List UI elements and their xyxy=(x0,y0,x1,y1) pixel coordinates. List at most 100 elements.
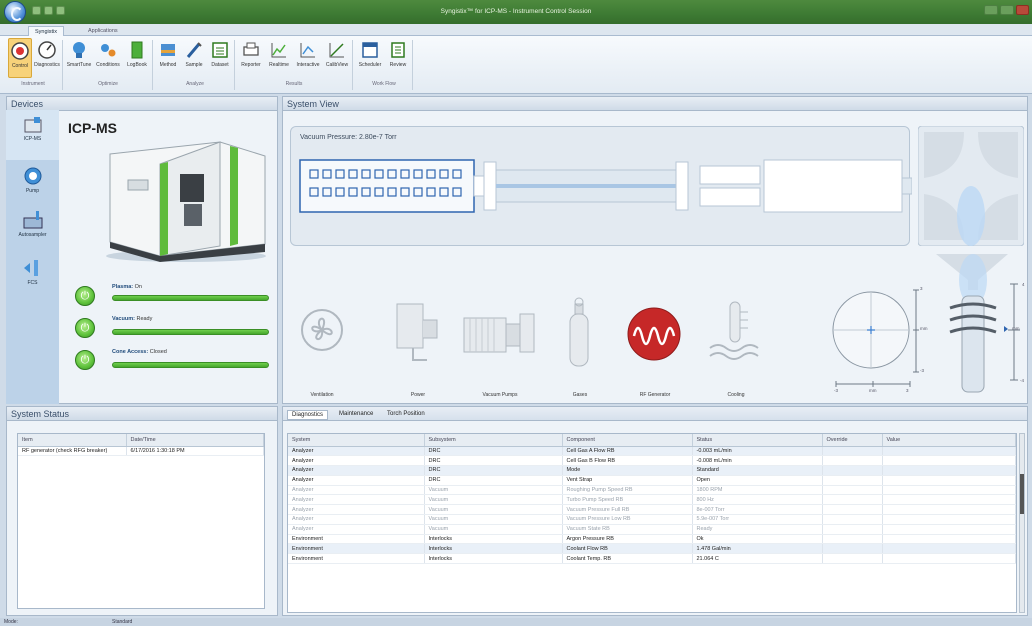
table-row[interactable]: Environment Interlocks Argon Pressure RB Ok xyxy=(288,534,1016,545)
table-cell: Standard xyxy=(692,465,823,476)
device-item-pump[interactable]: Pump xyxy=(6,160,59,204)
table-cell xyxy=(882,446,1016,457)
sample-button[interactable]: Sample xyxy=(182,38,206,78)
table-cell: 8e-007 Torr xyxy=(692,504,823,516)
group-separator xyxy=(352,40,353,90)
table-cell: Turbo Pump Speed RB xyxy=(562,494,693,506)
table-row[interactable]: Analyzer DRC Cell Gas A Flow RB -0.003 mL/m… xyxy=(288,446,1016,457)
vacuum-pumps-label: Vacuum Pumps xyxy=(482,392,518,398)
table-cell: 21.064 C xyxy=(692,553,823,565)
tab-diagnostics[interactable]: Diagnostics xyxy=(287,410,329,420)
column-header-override[interactable]: Override xyxy=(822,434,883,447)
ventilation-icon[interactable] xyxy=(300,300,344,366)
tab-maintenance[interactable]: Maintenance xyxy=(339,411,373,417)
cone-access-power-button[interactable] xyxy=(75,350,95,370)
table-row[interactable]: RF generator (check RFG breaker) 6/17/20… xyxy=(18,446,264,457)
power-icon[interactable] xyxy=(393,298,443,368)
table-cell: Analyzer xyxy=(288,475,425,486)
group-separator xyxy=(152,40,153,90)
column-header-status[interactable]: Status xyxy=(692,434,823,447)
calibview-button[interactable]: CalibView xyxy=(324,38,350,78)
conditions-button[interactable]: Conditions xyxy=(94,38,122,78)
fcs-icon xyxy=(23,260,38,276)
realtime-button[interactable]: Realtime xyxy=(266,38,292,78)
table-cell: Analyzer xyxy=(288,494,425,506)
column-header-system[interactable]: System xyxy=(288,434,425,447)
table-cell xyxy=(822,543,883,555)
group-separator xyxy=(234,40,235,90)
device-item-icp-ms[interactable]: ICP-MS xyxy=(6,110,59,160)
y-axis-bottom: -3 xyxy=(920,368,925,373)
ribbon: Control Diagnostics Instrument SmartTune… xyxy=(0,36,1032,94)
table-row[interactable]: Analyzer DRC Vent Strap Open xyxy=(288,475,1016,486)
mode-label: Mode: xyxy=(4,619,18,625)
dataset-button[interactable]: Dataset xyxy=(208,38,232,78)
cooling-icon[interactable] xyxy=(706,298,762,366)
table-cell: Environment xyxy=(288,534,425,545)
control-button[interactable]: Control xyxy=(8,38,32,78)
table-cell xyxy=(882,524,1016,535)
plasma-progress-bar xyxy=(112,295,269,301)
device-item-autosampler[interactable]: Autosampler xyxy=(6,204,59,252)
gases-icon[interactable] xyxy=(566,296,592,370)
x-axis-unit: mm xyxy=(869,388,877,393)
tab-syngistix[interactable]: Syngistix xyxy=(28,26,65,36)
interactive-chart-icon xyxy=(300,43,315,58)
y-axis-top: 3 xyxy=(920,286,923,291)
table-cell: DRC xyxy=(424,465,563,476)
table-cell: 5.9e-007 Torr xyxy=(692,514,823,525)
table-row[interactable]: Analyzer Vacuum Vacuum State RB Ready xyxy=(288,524,1016,535)
column-header-item[interactable]: Item xyxy=(18,434,127,447)
rf-generator-icon[interactable] xyxy=(626,306,682,362)
pipette-icon xyxy=(186,42,202,58)
table-cell: Coolant Temp. RB xyxy=(562,553,693,565)
table-row[interactable]: Analyzer DRC Cell Gas B Flow RB -0.008 mL/m… xyxy=(288,455,1016,467)
vacuum-power-button[interactable] xyxy=(75,318,95,338)
table-cell: Vacuum Pressure Full RB xyxy=(562,504,693,516)
column-header-value[interactable]: Value xyxy=(882,434,1016,447)
tab-torch-position[interactable]: Torch Position xyxy=(387,411,425,417)
close-button[interactable] xyxy=(1016,5,1029,15)
table-row[interactable]: Analyzer Vacuum Roughing Pump Speed RB 1800… xyxy=(288,485,1016,496)
smarttune-button[interactable]: SmartTune xyxy=(66,38,92,78)
interactive-button[interactable]: Interactive xyxy=(294,38,322,78)
table-cell xyxy=(882,534,1016,545)
table-row[interactable]: Analyzer Vacuum Turbo Pump Speed RB 800 Hz xyxy=(288,494,1016,506)
device-item-fcs[interactable]: FCS xyxy=(6,252,59,298)
gases-label: Gases xyxy=(572,392,588,398)
table-row[interactable]: Analyzer Vacuum Vacuum Pressure Low RB 5.9e… xyxy=(288,514,1016,525)
vacuum-pumps-icon[interactable] xyxy=(460,306,540,362)
table-row[interactable]: Environment Interlocks Coolant Temp. RB 21.… xyxy=(288,553,1016,565)
maximize-button[interactable] xyxy=(1000,5,1014,15)
reporter-button[interactable]: Reporter xyxy=(238,38,264,78)
table-row[interactable]: Analyzer DRC Mode Standard xyxy=(288,465,1016,476)
plasma-status-label: Plasma: On xyxy=(112,284,142,290)
table-cell: 1800 RPM xyxy=(692,485,823,496)
autosampler-icon xyxy=(23,211,42,229)
r-axis-top: 4 xyxy=(1022,282,1025,287)
column-header-datetime[interactable]: Date/Time xyxy=(126,434,264,447)
logbook-button[interactable]: LogBook xyxy=(124,38,150,78)
torch-position-target[interactable] xyxy=(824,282,924,402)
review-button[interactable]: Review xyxy=(386,38,410,78)
table-cell: Vacuum xyxy=(424,524,563,535)
diagnostics-button[interactable]: Diagnostics xyxy=(34,38,60,78)
method-button[interactable]: Method xyxy=(156,38,180,78)
table-row[interactable]: Environment Interlocks Coolant Flow RB 1.47… xyxy=(288,543,1016,555)
scrollbar-thumb[interactable] xyxy=(1020,474,1024,514)
printer-icon xyxy=(243,42,259,56)
tab-applications[interactable]: Applications xyxy=(82,26,124,36)
column-header-component[interactable]: Component xyxy=(562,434,693,447)
scheduler-button[interactable]: Scheduler xyxy=(356,38,384,78)
table-cell xyxy=(822,485,883,496)
table-cell xyxy=(822,514,883,525)
x-axis-max: 3 xyxy=(906,388,909,393)
table-row[interactable]: Analyzer Vacuum Vacuum Pressure Full RB 8e-… xyxy=(288,504,1016,516)
minimize-button[interactable] xyxy=(984,5,998,15)
table-cell: Vent Strap xyxy=(562,475,693,486)
plasma-power-button[interactable] xyxy=(75,286,95,306)
table-cell: -0.003 mL/min xyxy=(692,446,823,457)
column-header-subsystem[interactable]: Subsystem xyxy=(424,434,563,447)
diagnostics-scrollbar[interactable] xyxy=(1019,433,1025,613)
table-cell: Analyzer xyxy=(288,455,425,467)
